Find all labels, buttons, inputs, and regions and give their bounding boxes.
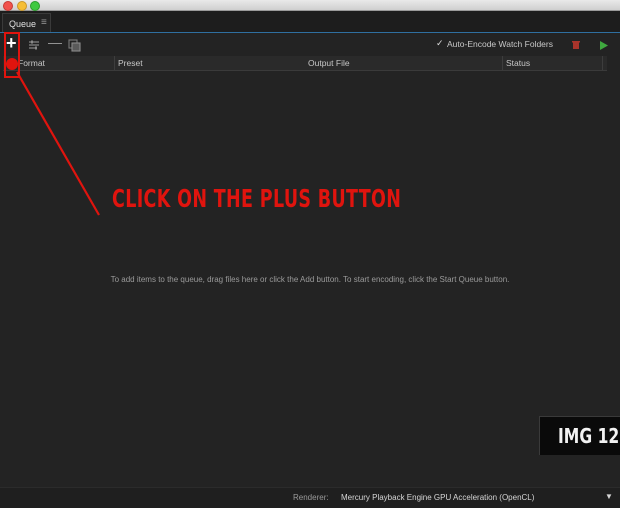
callout-text: CLICK ON THE PLUS BUTTON xyxy=(112,184,402,213)
image-number-badge: IMG 12 xyxy=(539,416,620,455)
badge-text: IMG 12 xyxy=(558,424,620,448)
callout-arrow-line xyxy=(16,71,100,216)
